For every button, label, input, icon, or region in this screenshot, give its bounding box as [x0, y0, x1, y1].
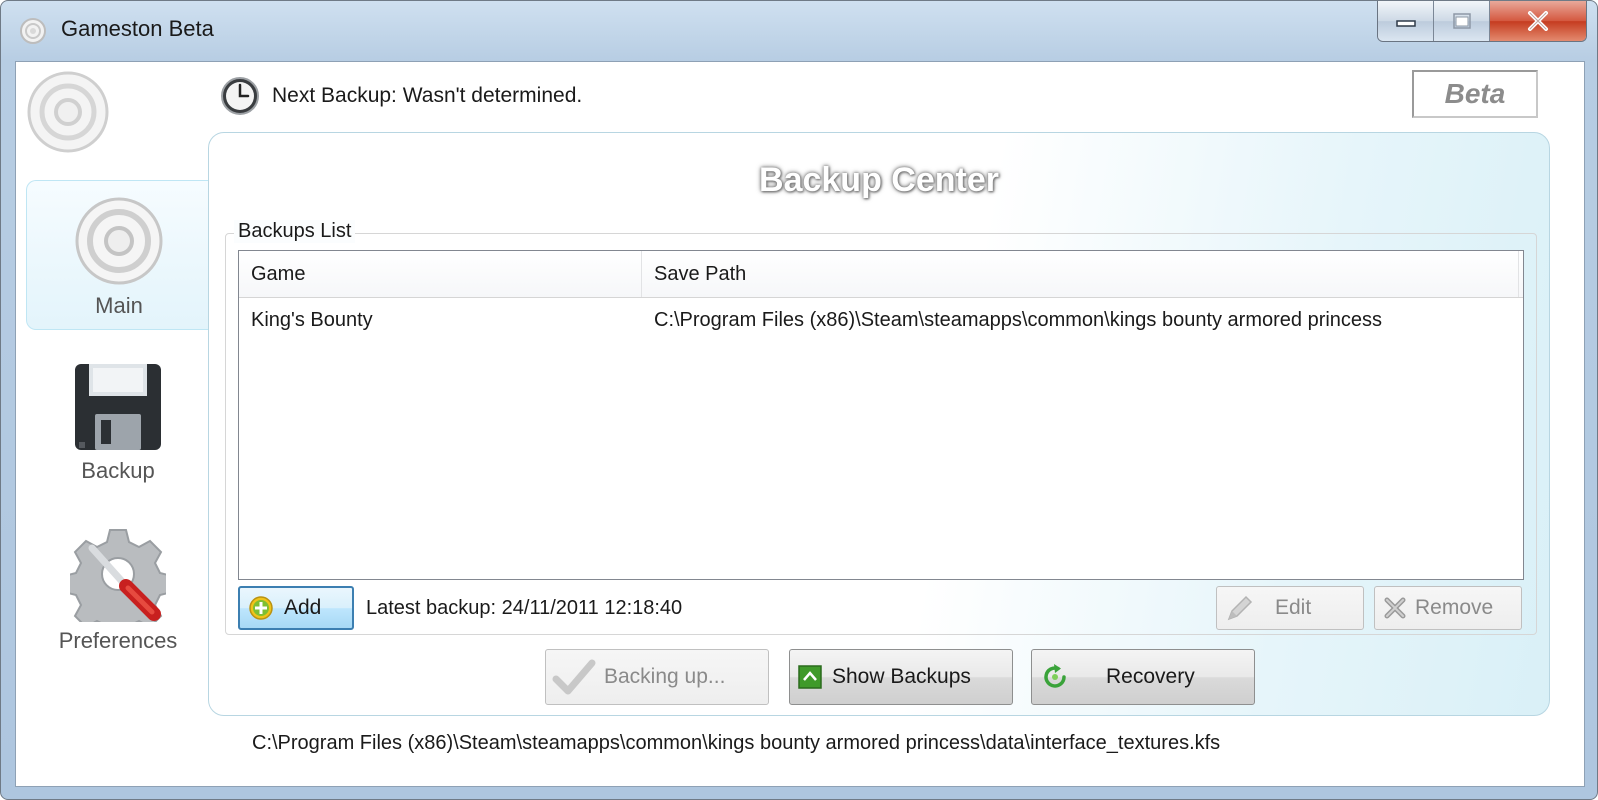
show-backups-icon — [798, 665, 822, 689]
current-file-status: C:\Program Files (x86)\Steam\steamapps\c… — [252, 732, 1221, 754]
check-icon — [552, 659, 596, 695]
recovery-button[interactable]: Recovery — [1031, 649, 1255, 705]
sidebar-item-label: Backup — [81, 458, 155, 483]
app-window: Gameston Beta Main Backup Preferences Ne… — [0, 0, 1598, 800]
maximize-button[interactable] — [1434, 1, 1490, 41]
title-bar[interactable]: Gameston Beta — [1, 1, 1597, 61]
floppy-disk-icon — [75, 364, 161, 450]
list-header: Game Save Path — [239, 251, 1523, 298]
next-backup-text: Next Backup: Wasn't determined. — [272, 84, 583, 107]
close-button[interactable] — [1490, 1, 1586, 41]
show-backups-label: Show Backups — [832, 665, 971, 688]
backups-list-group: Backups List Game Save Path King's Bount… — [225, 220, 1537, 635]
column-header-game[interactable]: Game — [239, 251, 642, 297]
gameston-target-icon — [75, 197, 163, 285]
show-backups-button[interactable]: Show Backups — [789, 649, 1013, 705]
maximize-icon — [1452, 13, 1471, 29]
backups-listview[interactable]: Game Save Path King's Bounty C:\Program … — [238, 250, 1524, 580]
sidebar-item-main[interactable]: Main — [26, 180, 211, 330]
edit-label: Edit — [1275, 596, 1312, 619]
gameston-logo-icon — [20, 18, 46, 44]
backing-up-label: Backing up... — [604, 665, 726, 688]
window-title: Gameston Beta — [61, 16, 214, 41]
sidebar-item-backup[interactable]: Backup — [26, 362, 210, 494]
minimize-button[interactable] — [1378, 1, 1434, 41]
sidebar-item-label: Main — [95, 293, 143, 318]
remove-button[interactable]: Remove — [1374, 586, 1522, 630]
gameston-logo-icon — [27, 71, 109, 153]
column-header-save-path[interactable]: Save Path — [642, 251, 1519, 297]
remove-label: Remove — [1415, 596, 1494, 619]
add-label: Add — [284, 596, 322, 619]
x-delete-icon — [1384, 597, 1406, 619]
backup-center-panel: Backup Center Backups List Game Save Pat… — [208, 132, 1550, 716]
panel-title: Backup Center — [759, 161, 999, 199]
gear-screwdriver-icon — [70, 529, 166, 622]
pencil-icon — [1227, 595, 1253, 621]
clock-icon — [221, 77, 259, 115]
minimize-icon — [1395, 20, 1416, 27]
sidebar-item-preferences[interactable]: Preferences — [26, 526, 210, 662]
backing-up-button[interactable]: Backing up... — [545, 649, 769, 705]
recovery-label: Recovery — [1106, 665, 1195, 688]
window-controls — [1377, 1, 1587, 42]
next-backup-status: Next Backup: Wasn't determined. — [220, 76, 582, 116]
client-area: Main Backup Preferences Next Backup: Was… — [15, 61, 1585, 787]
add-button[interactable]: Add — [238, 586, 354, 630]
close-icon — [1528, 11, 1548, 31]
edit-button[interactable]: Edit — [1216, 586, 1364, 630]
cell-game: King's Bounty — [251, 308, 373, 331]
beta-badge: Beta — [1412, 70, 1538, 118]
recovery-icon — [1044, 664, 1066, 688]
table-row[interactable]: King's Bounty C:\Program Files (x86)\Ste… — [239, 298, 1523, 342]
sidebar-item-label: Preferences — [58, 628, 178, 653]
group-label: Backups List — [234, 220, 356, 243]
latest-backup-text: Latest backup: 24/11/2011 12:18:40 — [366, 596, 683, 619]
plus-icon — [249, 596, 273, 620]
cell-save-path: C:\Program Files (x86)\Steam\steamapps\c… — [654, 308, 1383, 331]
